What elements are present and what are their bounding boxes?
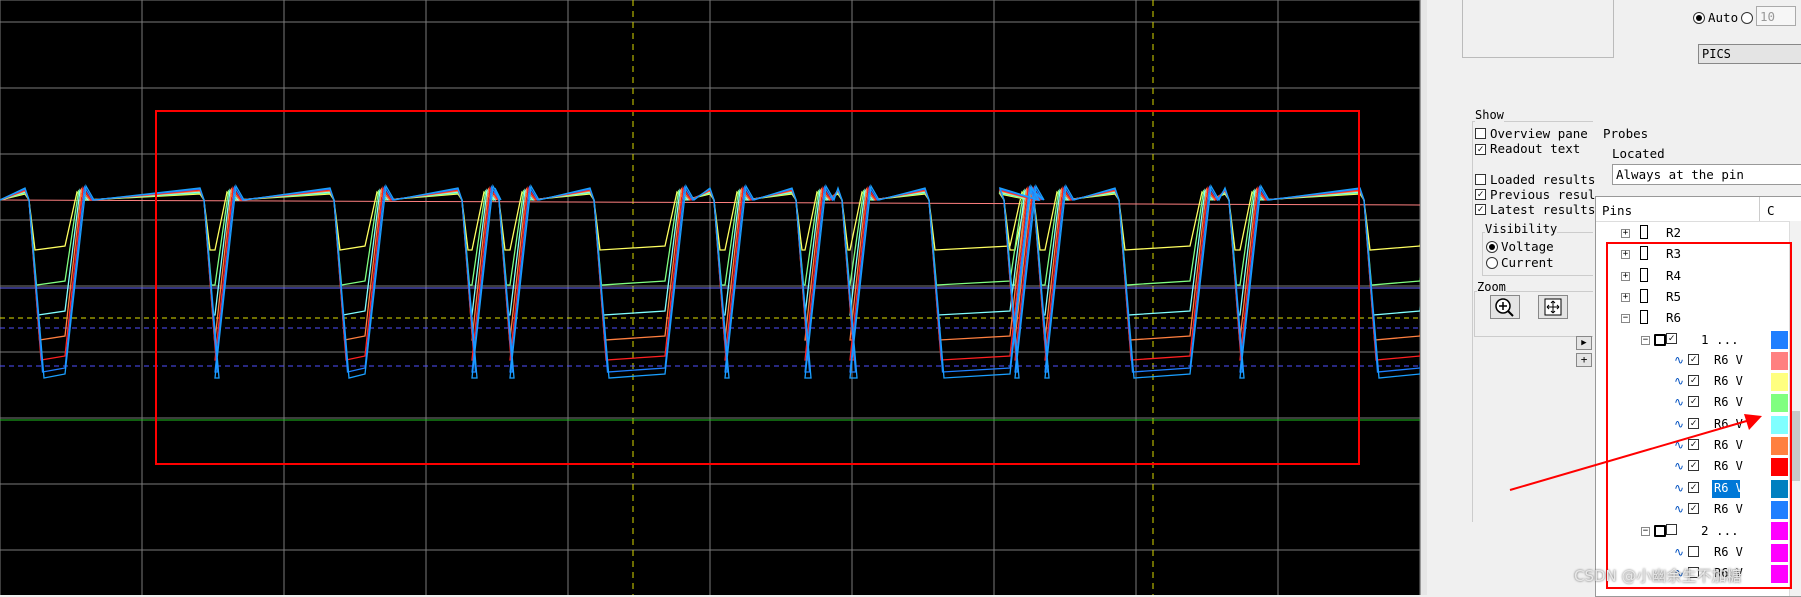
watermark: CSDN @小幽余生不加糖 — [1574, 567, 1742, 585]
overview-pane-checkbox[interactable] — [1475, 128, 1486, 139]
loaded-results-label: Loaded results — [1490, 172, 1596, 187]
pins-header: Pins C — [1596, 197, 1801, 222]
zoom-in-button[interactable] — [1490, 295, 1520, 319]
located-select[interactable]: Always at the pin ⌄ — [1612, 164, 1801, 185]
pins-header-c: C — [1767, 203, 1775, 218]
overview-pane-label: Overview pane — [1490, 126, 1588, 141]
pane-splitter[interactable] — [1420, 0, 1427, 595]
zoom-in-icon — [1495, 298, 1514, 317]
auto-radio[interactable] — [1693, 12, 1705, 24]
latest-results-label: Latest results — [1490, 202, 1596, 217]
voltage-label: Voltage — [1501, 239, 1554, 254]
zoom-title: Zoom — [1477, 280, 1506, 294]
latest-results-checkbox[interactable]: ✓ — [1475, 204, 1486, 215]
expander-icon[interactable]: + — [1621, 229, 1630, 238]
readout-text-checkbox[interactable]: ✓ — [1475, 144, 1486, 155]
add-probe-button[interactable]: + — [1576, 353, 1592, 367]
auto-label: Auto — [1708, 10, 1739, 25]
step-input[interactable]: 10 — [1756, 6, 1796, 26]
current-radio[interactable] — [1486, 257, 1498, 269]
annotation-highlight-waveforms — [155, 110, 1360, 465]
pins-header-label: Pins — [1602, 203, 1633, 218]
probes-title: Probes — [1603, 126, 1649, 141]
pins-scrollbar-thumb[interactable] — [1792, 411, 1800, 481]
readout-text-label: Readout text — [1490, 141, 1581, 156]
located-select-value: Always at the pin — [1616, 167, 1744, 182]
previous-results-checkbox[interactable]: ✓ — [1475, 189, 1486, 200]
loaded-results-checkbox[interactable] — [1475, 174, 1486, 185]
step-radio[interactable] — [1741, 12, 1753, 24]
tree-item-label: R2 — [1666, 225, 1682, 240]
top-group-box — [1462, 0, 1614, 58]
expand-right-button[interactable]: ▶ — [1576, 336, 1592, 350]
pins-column-divider — [1759, 197, 1760, 221]
located-label: Located — [1612, 146, 1665, 161]
tree-item-r2[interactable]: + R2 — [1596, 223, 1801, 244]
zoom-fit-button[interactable] — [1538, 295, 1568, 319]
visibility-title: Visibility — [1485, 222, 1558, 236]
zoom-fit-icon — [1544, 298, 1562, 316]
pics-options-button[interactable]: PICS Options... — [1698, 44, 1801, 64]
annotation-arrow — [1509, 414, 1762, 491]
show-title: Show — [1475, 108, 1504, 122]
current-label: Current — [1501, 255, 1554, 270]
pin-icon — [1640, 225, 1648, 239]
voltage-radio[interactable] — [1486, 241, 1498, 253]
previous-results-label: Previous resul — [1490, 187, 1596, 202]
